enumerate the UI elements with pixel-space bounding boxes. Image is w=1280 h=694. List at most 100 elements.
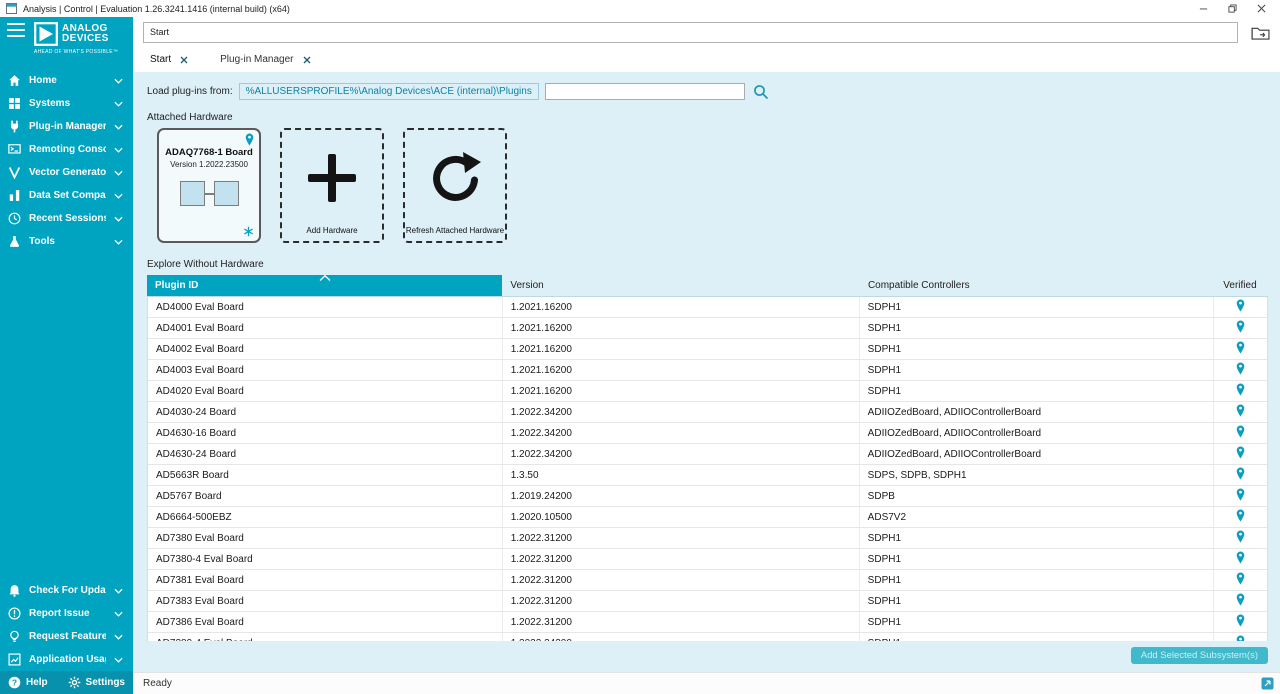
tab-close-icon[interactable] (180, 56, 188, 64)
cell-plugin-id: AD4030-24 Board (148, 402, 503, 422)
column-header-compatible-controllers[interactable]: Compatible Controllers (860, 275, 1215, 296)
attached-hardware-cards: ADAQ7768-1 Board Version 1.2022.23500 (157, 128, 1268, 243)
sidebar-item-label: Systems (29, 98, 106, 109)
cell-compatible-controllers: SDPH1 (860, 591, 1215, 611)
verified-pin-icon (1236, 467, 1245, 483)
cell-verified (1214, 318, 1267, 338)
verified-pin-icon (1236, 383, 1245, 399)
cell-verified (1214, 423, 1267, 443)
table-row[interactable]: AD7381 Eval Board 1.2022.31200 SDPH1 (148, 570, 1267, 591)
sidebar-item-recent-sessions[interactable]: Recent Sessions (0, 207, 133, 230)
cell-verified (1214, 528, 1267, 548)
sidebar-item-application-usage-logging[interactable]: Application Usage Logging (0, 648, 133, 671)
add-hardware-label: Add Hardware (306, 226, 357, 235)
verified-pin-icon (1236, 614, 1245, 630)
table-row[interactable]: AD7383 Eval Board 1.2022.31200 SDPH1 (148, 591, 1267, 612)
add-hardware-card[interactable]: Add Hardware (280, 128, 384, 243)
cell-version: 1.2022.31200 (503, 549, 860, 569)
table-row[interactable]: AD5767 Board 1.2019.24200 SDPB (148, 486, 1267, 507)
column-header-version[interactable]: Version (502, 275, 860, 296)
tab-close-icon[interactable] (303, 56, 311, 64)
table-row[interactable]: AD7380-4 Eval Board 1.2022.31200 SDPH1 (148, 549, 1267, 570)
restore-button[interactable] (1218, 1, 1247, 17)
table-row[interactable]: AD4001 Eval Board 1.2021.16200 SDPH1 (148, 318, 1267, 339)
sidebar-item-tools[interactable]: Tools (0, 230, 133, 253)
table-row[interactable]: AD7386 Eval Board 1.2022.31200 SDPH1 (148, 612, 1267, 633)
sidebar-header: ANALOG DEVICES AHEAD OF WHAT'S POSSIBLE™ (0, 17, 133, 69)
cell-plugin-id: AD4002 Eval Board (148, 339, 503, 359)
sidebar-item-label: Application Usage Logging (29, 654, 106, 665)
sidebar-item-vector-generator[interactable]: Vector Generator (0, 161, 133, 184)
cell-compatible-controllers: ADIIOZedBoard, ADIIOControllerBoard (860, 444, 1215, 464)
cell-compatible-controllers: SDPH1 (860, 528, 1215, 548)
chevron-down-icon (114, 124, 123, 130)
content-area: Load plug-ins from: %ALLUSERSPROFILE%\An… (133, 72, 1280, 672)
table-row[interactable]: AD5663R Board 1.3.50 SDPS, SDPB, SDPH1 (148, 465, 1267, 486)
column-header-plugin-id[interactable]: Plugin ID (147, 275, 502, 296)
settings-button[interactable]: Settings (68, 676, 125, 689)
chip-illustration (159, 181, 259, 206)
table-row[interactable]: AD4003 Eval Board 1.2021.16200 SDPH1 (148, 360, 1267, 381)
cell-verified (1214, 360, 1267, 380)
board-name: ADAQ7768-1 Board (159, 147, 259, 158)
sidebar-item-request-feature[interactable]: Request Feature (0, 625, 133, 648)
sidebar-item-data-set-comparison[interactable]: Data Set Comparison (0, 184, 133, 207)
cell-plugin-id: AD5663R Board (148, 465, 503, 485)
table-row[interactable]: AD4630-24 Board 1.2022.34200 ADIIOZedBoa… (148, 444, 1267, 465)
tab-label: Plug-in Manager (220, 54, 293, 65)
table-row[interactable]: AD7389-4 Eval Board 1.2022.34200 SDPH1 (148, 633, 1267, 641)
table-row[interactable]: AD7380 Eval Board 1.2022.31200 SDPH1 (148, 528, 1267, 549)
application-window: Analysis | Control | Evaluation 1.26.324… (0, 0, 1280, 694)
sidebar-item-remoting-console[interactable]: Remoting Console (0, 138, 133, 161)
open-session-folder-icon[interactable] (1248, 22, 1272, 42)
refresh-hardware-card[interactable]: Refresh Attached Hardware (403, 128, 507, 243)
sidebar-item-systems[interactable]: Systems (0, 92, 133, 115)
cell-compatible-controllers: SDPH1 (860, 318, 1215, 338)
cell-verified (1214, 612, 1267, 632)
tab-plug-in-manager[interactable]: Plug-in Manager (218, 50, 312, 69)
usage-icon (8, 653, 21, 666)
close-button[interactable] (1247, 1, 1276, 17)
table-row[interactable]: AD4002 Eval Board 1.2021.16200 SDPH1 (148, 339, 1267, 360)
load-plugins-row: Load plug-ins from: %ALLUSERSPROFILE%\An… (147, 83, 1268, 100)
sidebar-item-check-for-updates[interactable]: Check For Updates (0, 579, 133, 602)
cell-version: 1.3.50 (503, 465, 860, 485)
plugin-table: Plugin ID Version Compatible Controllers… (147, 275, 1268, 641)
table-row[interactable]: AD4020 Eval Board 1.2021.16200 SDPH1 (148, 381, 1267, 402)
tab-start[interactable]: Start (148, 50, 190, 69)
cell-compatible-controllers: SDPH1 (860, 297, 1215, 317)
cell-verified (1214, 507, 1267, 527)
sidebar-item-home[interactable]: Home (0, 69, 133, 92)
sidebar-item-report-issue[interactable]: Report Issue (0, 602, 133, 625)
table-row[interactable]: AD4630-16 Board 1.2022.34200 ADIIOZedBoa… (148, 423, 1267, 444)
table-row[interactable]: AD4030-24 Board 1.2022.34200 ADIIOZedBoa… (148, 402, 1267, 423)
verified-pin-icon (1236, 551, 1245, 567)
cell-compatible-controllers: SDPH1 (860, 549, 1215, 569)
sidebar-item-plug-in-manager[interactable]: Plug-in Manager (0, 115, 133, 138)
resize-grip-icon[interactable] (1261, 677, 1274, 690)
plugins-path-link[interactable]: %ALLUSERSPROFILE%\Analog Devices\ACE (in… (239, 83, 539, 100)
cell-compatible-controllers: SDPB (860, 486, 1215, 506)
title-bar: Analysis | Control | Evaluation 1.26.324… (0, 0, 1280, 17)
table-row[interactable]: AD4000 Eval Board 1.2021.16200 SDPH1 (148, 297, 1267, 318)
sidebar-item-label: Report Issue (29, 608, 106, 619)
sidebar-bottom-nav: Check For Updates Report Issue Request F… (0, 579, 133, 671)
menu-toggle-icon[interactable] (7, 23, 25, 37)
plus-icon (304, 130, 360, 226)
table-row[interactable]: AD6664-500EBZ 1.2020.10500 ADS7V2 (148, 507, 1267, 528)
cell-plugin-id: AD4001 Eval Board (148, 318, 503, 338)
board-card-adaq7768-1[interactable]: ADAQ7768-1 Board Version 1.2022.23500 (157, 128, 261, 243)
breadcrumb-input[interactable] (143, 22, 1238, 43)
cell-version: 1.2019.24200 (503, 486, 860, 506)
cell-version: 1.2022.34200 (503, 423, 860, 443)
chevron-down-icon (114, 611, 123, 617)
column-header-verified[interactable]: Verified (1215, 275, 1268, 296)
board-version: Version 1.2022.23500 (159, 160, 259, 169)
search-icon[interactable] (753, 84, 769, 100)
help-button[interactable]: ? Help (8, 676, 48, 689)
minimize-button[interactable] (1189, 1, 1218, 17)
cell-version: 1.2022.34200 (503, 444, 860, 464)
plugin-search-input[interactable] (545, 83, 745, 100)
add-selected-subsystems-button[interactable]: Add Selected Subsystem(s) (1131, 647, 1268, 664)
cell-plugin-id: AD4630-24 Board (148, 444, 503, 464)
